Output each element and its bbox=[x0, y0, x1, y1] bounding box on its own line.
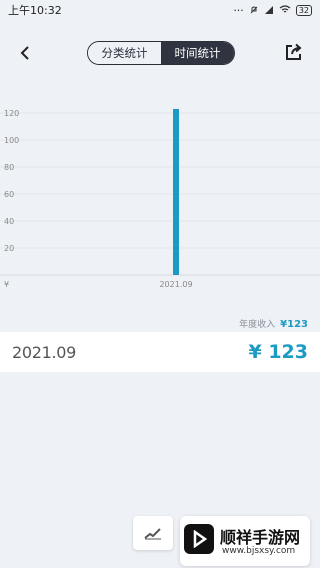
watermark-title: 顺祥手游网 bbox=[220, 528, 301, 547]
status-time: 上午10:32 bbox=[8, 4, 62, 17]
back-button[interactable] bbox=[14, 42, 36, 64]
status-icons: ··· 32 bbox=[233, 4, 312, 17]
play-logo-icon bbox=[193, 530, 208, 548]
tab-category-stats[interactable]: 分类统计 bbox=[88, 42, 161, 64]
share-icon bbox=[286, 43, 302, 60]
year-income-amount: ¥123 bbox=[280, 319, 308, 330]
income-chart: 120 100 80 60 40 20 ¥2021.09 bbox=[0, 95, 320, 295]
month-row[interactable]: 2021.09 ¥ 123 bbox=[0, 332, 320, 372]
signal-icon bbox=[264, 6, 273, 14]
year-income-label: 年度收入 bbox=[239, 320, 276, 330]
y-tick-label: 100 bbox=[4, 136, 19, 145]
battery-indicator: 32 bbox=[295, 4, 312, 16]
watermark-url: www.bjsxsy.com bbox=[222, 546, 296, 556]
chart-toggle-button[interactable] bbox=[133, 516, 173, 550]
y-tick-label: 40 bbox=[4, 217, 14, 226]
month-label: 2021.09 bbox=[12, 342, 77, 362]
watermark-logo bbox=[184, 524, 214, 554]
income-chart-svg: 120 100 80 60 40 20 ¥ 2021.09 bbox=[0, 108, 320, 289]
year-income: 年度收入 ¥123 bbox=[239, 317, 308, 330]
chevron-left-icon bbox=[20, 46, 29, 60]
chart-bar bbox=[173, 108, 179, 275]
share-button[interactable] bbox=[283, 41, 305, 63]
more-dots-icon: ··· bbox=[233, 3, 244, 17]
trend-chart-icon bbox=[144, 528, 161, 540]
header: 分类统计 时间统计 bbox=[0, 36, 320, 70]
stats-tab-switch: 分类统计 时间统计 bbox=[87, 41, 235, 65]
status-bar: 上午10:32 ··· 32 bbox=[0, 0, 320, 20]
wifi-icon bbox=[279, 5, 291, 13]
y-tick-label: 20 bbox=[4, 244, 14, 253]
y-unit-label: ¥ bbox=[4, 280, 9, 289]
x-tick-label: 2021.09 bbox=[159, 280, 192, 289]
tab-time-stats[interactable]: 时间统计 bbox=[161, 42, 234, 64]
y-tick-label: 120 bbox=[4, 109, 19, 118]
silent-icon bbox=[250, 6, 258, 14]
y-tick-label: 60 bbox=[4, 190, 14, 199]
month-amount: ¥ 123 bbox=[248, 341, 309, 363]
y-tick-label: 80 bbox=[4, 163, 14, 172]
